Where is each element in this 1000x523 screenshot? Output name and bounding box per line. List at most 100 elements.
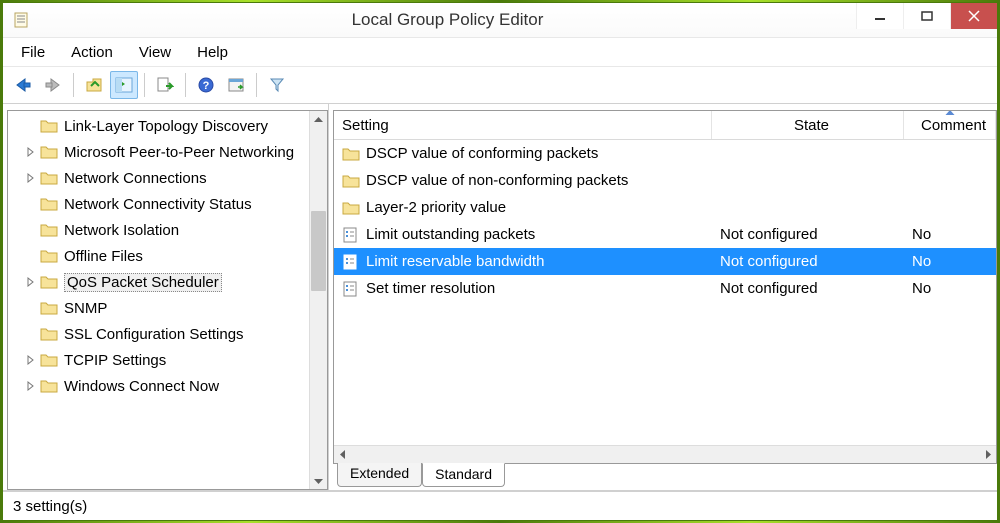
folder-icon — [40, 196, 58, 212]
setting-label: DSCP value of non-conforming packets — [366, 172, 628, 189]
tree-item-label: Microsoft Peer-to-Peer Networking — [64, 144, 294, 161]
expand-icon[interactable] — [26, 173, 36, 183]
tree-item-label: Windows Connect Now — [64, 378, 219, 395]
state-label: Not configured — [712, 226, 904, 243]
policy-icon — [342, 227, 360, 243]
folder-icon — [40, 378, 58, 394]
column-header-comment[interactable]: Comment — [904, 111, 996, 139]
status-text: 3 setting(s) — [13, 498, 87, 515]
tree-item[interactable]: SSL Configuration Settings — [8, 321, 309, 347]
tree-item[interactable]: Microsoft Peer-to-Peer Networking — [8, 139, 309, 165]
menu-action[interactable]: Action — [59, 41, 125, 64]
column-header-comment-label: Comment — [921, 117, 986, 134]
setting-label: DSCP value of conforming packets — [366, 145, 598, 162]
tree-item[interactable]: TCPIP Settings — [8, 347, 309, 373]
folder-icon — [342, 146, 360, 162]
tree-item[interactable]: Network Isolation — [8, 217, 309, 243]
expand-icon[interactable] — [26, 381, 36, 391]
menu-view[interactable]: View — [127, 41, 183, 64]
show-hide-tree-button[interactable] — [110, 71, 138, 99]
view-tabs: Extended Standard — [333, 464, 997, 490]
folder-icon — [342, 173, 360, 189]
list-row[interactable]: DSCP value of non-conforming packets — [334, 167, 996, 194]
scrollbar-thumb[interactable] — [311, 211, 326, 291]
scroll-left-icon[interactable] — [334, 450, 351, 459]
list-pane: Setting State Comment DSCP value of conf… — [329, 104, 997, 490]
tree-item-label: SSL Configuration Settings — [64, 326, 244, 343]
tree-item[interactable]: QoS Packet Scheduler — [8, 269, 309, 295]
back-button[interactable] — [9, 71, 37, 99]
close-button[interactable] — [950, 3, 997, 29]
expand-icon[interactable] — [26, 147, 36, 157]
help-button[interactable]: ? — [192, 71, 220, 99]
tree-item[interactable]: Windows Connect Now — [8, 373, 309, 399]
comment-label: No — [904, 280, 996, 297]
minimize-button[interactable] — [856, 3, 903, 29]
tree-item[interactable]: SNMP — [8, 295, 309, 321]
window-controls — [856, 3, 997, 37]
scroll-right-icon[interactable] — [979, 450, 996, 459]
expand-icon[interactable] — [26, 277, 36, 287]
settings-list: Setting State Comment DSCP value of conf… — [333, 110, 997, 464]
policy-icon — [342, 281, 360, 297]
setting-label: Limit outstanding packets — [366, 226, 535, 243]
title-bar: Local Group Policy Editor — [3, 3, 997, 37]
tree-item-label: Network Connectivity Status — [64, 196, 252, 213]
list-row[interactable]: Set timer resolutionNot configuredNo — [334, 275, 996, 302]
tree-item-label: QoS Packet Scheduler — [64, 273, 222, 292]
tree-item[interactable]: Offline Files — [8, 243, 309, 269]
expand-icon[interactable] — [26, 355, 36, 365]
list-header: Setting State Comment — [334, 111, 996, 140]
column-header-setting[interactable]: Setting — [334, 111, 712, 139]
list-hscrollbar[interactable] — [334, 445, 996, 463]
setting-label: Layer-2 priority value — [366, 199, 506, 216]
tree-item[interactable]: Network Connections — [8, 165, 309, 191]
tree-scrollbar[interactable] — [309, 111, 327, 489]
tree-item-label: Offline Files — [64, 248, 143, 265]
tree-pane: Link-Layer Topology Discovery Microsoft P… — [3, 104, 329, 490]
list-row[interactable]: Limit outstanding packets Not configuredN… — [334, 221, 996, 248]
folder-icon — [40, 300, 58, 316]
toolbar-separator — [256, 73, 257, 97]
tree-item-label: Network Isolation — [64, 222, 179, 239]
list-row[interactable]: Layer-2 priority value — [334, 194, 996, 221]
filter-button[interactable] — [263, 71, 291, 99]
menu-file[interactable]: File — [9, 41, 57, 64]
setting-label: Set timer resolution — [366, 280, 495, 297]
tab-standard[interactable]: Standard — [422, 463, 505, 487]
menu-bar: File Action View Help — [3, 37, 997, 66]
tree-item-label: TCPIP Settings — [64, 352, 166, 369]
tab-extended[interactable]: Extended — [337, 463, 422, 487]
folder-icon — [40, 326, 58, 342]
list-row[interactable]: Limit reservable bandwidth Not configured… — [334, 248, 996, 275]
export-button[interactable] — [151, 71, 179, 99]
state-label: Not configured — [712, 253, 904, 270]
scroll-down-icon[interactable] — [310, 472, 327, 489]
properties-button[interactable] — [222, 71, 250, 99]
content-body: Link-Layer Topology Discovery Microsoft P… — [3, 104, 997, 491]
comment-label: No — [904, 253, 996, 270]
tree-item[interactable]: Link-Layer Topology Discovery — [8, 113, 309, 139]
scroll-up-icon[interactable] — [310, 111, 327, 128]
toolbar: ? — [3, 66, 997, 104]
app-window: Local Group Policy Editor File Action Vi… — [2, 2, 998, 521]
menu-help[interactable]: Help — [185, 41, 240, 64]
forward-button[interactable] — [39, 71, 67, 99]
tree-view[interactable]: Link-Layer Topology Discovery Microsoft P… — [7, 110, 328, 490]
list-row[interactable]: DSCP value of conforming packets — [334, 140, 996, 167]
policy-icon — [342, 254, 360, 270]
app-icon — [13, 12, 29, 28]
tree-item-label: Link-Layer Topology Discovery — [64, 118, 268, 135]
status-bar: 3 setting(s) — [3, 491, 997, 520]
list-rows[interactable]: DSCP value of conforming packets DSCP val… — [334, 140, 996, 445]
column-header-state[interactable]: State — [712, 111, 904, 139]
svg-text:?: ? — [203, 80, 210, 92]
tree-item-label: SNMP — [64, 300, 107, 317]
toolbar-separator — [185, 73, 186, 97]
folder-icon — [342, 200, 360, 216]
maximize-button[interactable] — [903, 3, 950, 29]
tree-item[interactable]: Network Connectivity Status — [8, 191, 309, 217]
setting-label: Limit reservable bandwidth — [366, 253, 544, 270]
up-button[interactable] — [80, 71, 108, 99]
comment-label: No — [904, 226, 996, 243]
